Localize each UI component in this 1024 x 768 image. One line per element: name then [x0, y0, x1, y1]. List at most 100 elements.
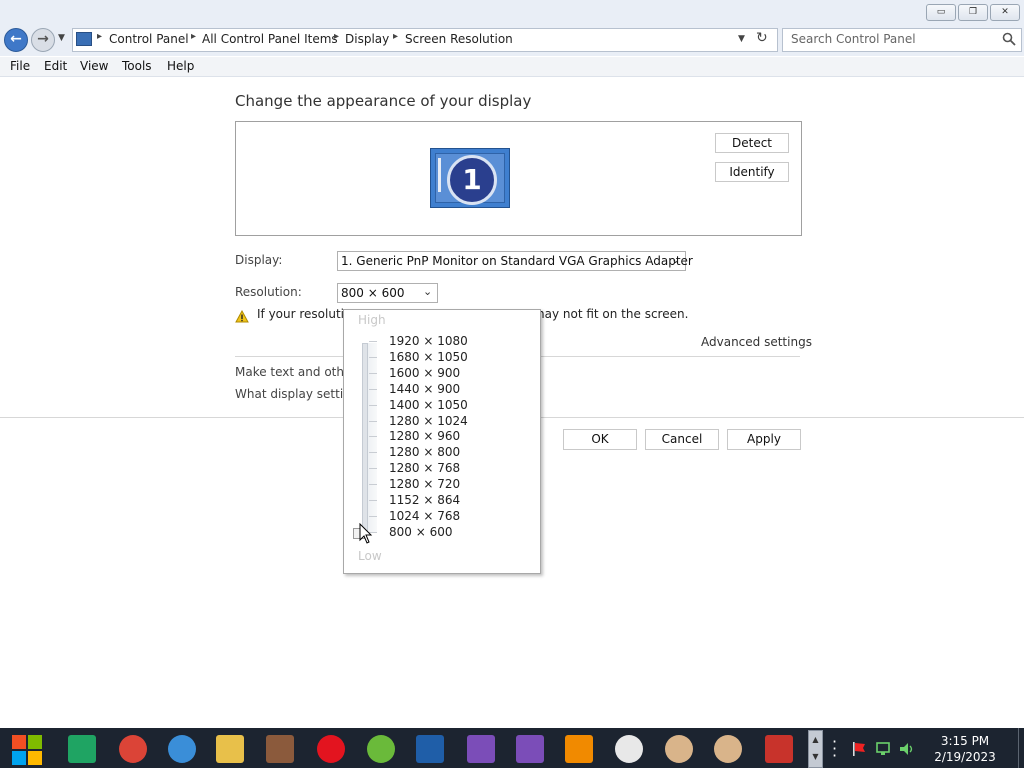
- display-settings-help-link[interactable]: What display settin: [235, 387, 351, 401]
- utorrent-icon[interactable]: [361, 732, 401, 766]
- slider-tick: [369, 420, 377, 422]
- address-bar[interactable]: ▸ Control Panel ▸ All Control Panel Item…: [72, 28, 778, 52]
- search-input[interactable]: Search Control Panel: [782, 28, 1022, 52]
- virtualbox-icon[interactable]: [410, 732, 450, 766]
- chevron-right-icon: ▸: [393, 31, 399, 42]
- forward-button[interactable]: →: [31, 28, 55, 52]
- resolution-option[interactable]: 1280 × 720: [389, 477, 460, 491]
- display-select[interactable]: 1. Generic PnP Monitor on Standard VGA G…: [337, 251, 693, 271]
- search-icon[interactable]: [1002, 32, 1016, 46]
- chrome-icon[interactable]: [113, 732, 153, 766]
- back-button[interactable]: ←: [4, 28, 28, 52]
- chevron-right-icon: ▸: [97, 31, 103, 42]
- more-icon[interactable]: · · ·: [832, 734, 837, 764]
- mouse-cursor-icon: [359, 523, 373, 544]
- monitor-sidebar: [438, 158, 441, 192]
- resolution-select-value: 800 × 600: [341, 286, 405, 300]
- detect-button[interactable]: Detect: [715, 133, 789, 153]
- control-panel-icon: [76, 32, 92, 46]
- slider-tick: [369, 356, 377, 358]
- resolution-option[interactable]: 1440 × 900: [389, 382, 460, 396]
- cpuz-icon[interactable]: [461, 732, 501, 766]
- slider-tick: [369, 436, 377, 438]
- monitor-number-badge: 1: [447, 155, 497, 205]
- slider-tick: [369, 452, 377, 454]
- flag-icon[interactable]: [851, 741, 867, 757]
- resolution-option[interactable]: 1280 × 768: [389, 461, 460, 475]
- resolution-option[interactable]: 1680 × 1050: [389, 350, 468, 364]
- spreadsheets-icon[interactable]: [62, 732, 102, 766]
- monitor-arrangement-panel: 1 Detect Identify: [235, 121, 802, 236]
- chevron-right-icon: ▸: [334, 31, 340, 42]
- high-label: High: [358, 313, 386, 327]
- low-label: Low: [358, 549, 382, 563]
- menu-edit[interactable]: Edit: [44, 59, 67, 73]
- advanced-settings-link[interactable]: Advanced settings: [701, 335, 812, 349]
- resolution-option[interactable]: 800 × 600: [389, 525, 453, 539]
- ok-button[interactable]: OK: [563, 429, 637, 450]
- search-placeholder: Search Control Panel: [791, 32, 916, 46]
- cpuz-icon[interactable]: [510, 732, 550, 766]
- recent-pages-chevron-icon[interactable]: ▼: [58, 33, 65, 43]
- resolution-option[interactable]: 1920 × 1080: [389, 334, 468, 348]
- skull-icon[interactable]: [609, 732, 649, 766]
- menu-tools[interactable]: Tools: [122, 59, 152, 73]
- menu-file[interactable]: File: [10, 59, 30, 73]
- user-doctor-icon[interactable]: [708, 732, 748, 766]
- menu-help[interactable]: Help: [167, 59, 194, 73]
- clock-date: 2/19/2023: [934, 750, 996, 764]
- address-dropdown-icon[interactable]: ▼: [738, 34, 745, 44]
- slider-shade: [368, 343, 377, 533]
- resolution-option[interactable]: 1400 × 1050: [389, 398, 468, 412]
- portrait-icon[interactable]: [260, 732, 300, 766]
- refresh-icon[interactable]: ↻: [756, 30, 768, 46]
- title-bar: ▭ ❐ ✕: [0, 0, 1024, 24]
- resolution-label: Resolution:: [235, 285, 302, 299]
- minimize-button[interactable]: ▭: [926, 4, 956, 21]
- slider-tick: [369, 484, 377, 486]
- resolution-option[interactable]: 1152 × 864: [389, 493, 460, 507]
- resolution-option[interactable]: 1600 × 900: [389, 366, 460, 380]
- slider-tick: [369, 372, 377, 374]
- slider-tick: [369, 341, 377, 342]
- user-doctor-icon[interactable]: [659, 732, 699, 766]
- ccleaner-icon[interactable]: [759, 732, 799, 766]
- chevron-down-icon: ⌄: [423, 285, 433, 298]
- resolution-option[interactable]: 1280 × 1024: [389, 414, 468, 428]
- identify-button[interactable]: Identify: [715, 162, 789, 182]
- breadcrumb-display[interactable]: Display: [345, 32, 389, 46]
- cancel-button[interactable]: Cancel: [645, 429, 719, 450]
- breadcrumb-all-items[interactable]: All Control Panel Items: [202, 32, 338, 46]
- show-desktop-button[interactable]: [1018, 728, 1024, 768]
- taskbar-scroll-icon[interactable]: ▲ ▼: [808, 730, 823, 768]
- opera-icon[interactable]: [311, 732, 351, 766]
- network-icon[interactable]: [875, 741, 891, 757]
- apply-button[interactable]: Apply: [727, 429, 801, 450]
- monitor-1-tile[interactable]: 1: [430, 148, 510, 208]
- resolution-option[interactable]: 1280 × 960: [389, 429, 460, 443]
- close-button[interactable]: ✕: [990, 4, 1020, 21]
- resolution-option[interactable]: 1280 × 800: [389, 445, 460, 459]
- volume-icon[interactable]: [898, 741, 914, 757]
- start-icon[interactable]: [6, 732, 46, 766]
- slider-tick: [369, 388, 377, 390]
- slider-tick: [369, 515, 377, 517]
- clock[interactable]: 3:15 PM 2/19/2023: [928, 733, 1002, 765]
- navigation-bar: ← → ▼ ▸ Control Panel ▸ All Control Pane…: [0, 24, 1024, 56]
- breadcrumb-control-panel[interactable]: Control Panel: [109, 32, 189, 46]
- slider-tick: [369, 500, 377, 501]
- display-label: Display:: [235, 253, 283, 267]
- text-size-link[interactable]: Make text and othe: [235, 365, 351, 379]
- network-globe-icon[interactable]: [162, 732, 202, 766]
- chevron-right-icon: ▸: [191, 31, 197, 42]
- vlc-icon[interactable]: [559, 732, 599, 766]
- restore-button[interactable]: ❐: [958, 4, 988, 21]
- warning-icon: [235, 310, 249, 323]
- resolution-option[interactable]: 1024 × 768: [389, 509, 460, 523]
- resolution-select[interactable]: 800 × 600 ⌄: [337, 283, 438, 303]
- breadcrumb-screen-resolution[interactable]: Screen Resolution: [405, 32, 513, 46]
- menu-view[interactable]: View: [80, 59, 108, 73]
- page-title: Change the appearance of your display: [235, 92, 532, 110]
- menu-bar: File Edit View Tools Help: [0, 57, 1024, 77]
- file-explorer-icon[interactable]: [210, 732, 250, 766]
